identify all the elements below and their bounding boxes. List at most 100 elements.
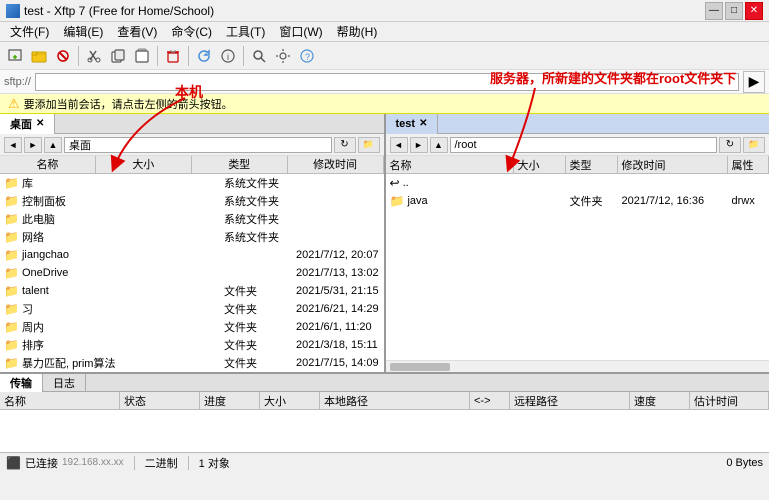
right-file-list: ↩ .. 📁 java 文件夹 2021/7/12, 16:36 drwx (386, 174, 769, 360)
menu-edit[interactable]: 编辑(E) (57, 22, 109, 41)
left-file-row[interactable]: 📁 OneDrive 2021/7/13, 13:02 (0, 264, 384, 282)
right-file-name: java (407, 195, 427, 207)
search-btn[interactable] (248, 45, 270, 67)
right-forward-btn[interactable]: ► (410, 137, 428, 153)
left-file-row[interactable]: 📁 暴力匹配, prim算法 文件夹 2021/7/15, 14:09 (0, 354, 384, 372)
copy-btn[interactable] (107, 45, 129, 67)
left-back-btn[interactable]: ◄ (4, 137, 22, 153)
status-div2 (188, 456, 189, 470)
left-file-type: 系统文件夹 (220, 175, 292, 191)
left-tab-bar: 桌面 ✕ (0, 114, 384, 134)
right-col-attr[interactable]: 属性 (728, 156, 769, 173)
new-session-btn[interactable] (4, 45, 26, 67)
log-col-progress[interactable]: 进度 (200, 392, 260, 409)
right-file-icon: 📁 (390, 194, 405, 208)
left-col-name[interactable]: 名称 (0, 156, 96, 173)
address-input[interactable] (35, 73, 739, 91)
settings-btn[interactable] (272, 45, 294, 67)
delete-btn[interactable] (162, 45, 184, 67)
left-file-modified: 2021/6/1, 11:20 (292, 321, 384, 333)
left-file-type: 文件夹 (220, 355, 292, 371)
left-up-btn[interactable]: ▲ (44, 137, 62, 153)
paste-btn[interactable] (131, 45, 153, 67)
right-panel: test ✕ ◄ ► ▲ /root ↻ 📁 名称 大小 类型 修改时间 属性 (386, 114, 769, 372)
minimize-button[interactable]: — (705, 2, 723, 20)
address-label: sftp:// (4, 76, 31, 88)
title-bar: test - Xftp 7 (Free for Home/School) — □… (0, 0, 769, 22)
left-file-row[interactable]: 📁 talent 文件夹 2021/5/31, 21:15 (0, 282, 384, 300)
left-file-row[interactable]: 📁 控制面板 系统文件夹 (0, 192, 384, 210)
toolbar: i ? (0, 42, 769, 70)
right-col-name[interactable]: 名称 (386, 156, 514, 173)
right-scrollbar-x[interactable] (386, 360, 769, 372)
right-tab-close[interactable]: ✕ (419, 118, 427, 129)
right-tab-test[interactable]: test ✕ (386, 114, 439, 134)
left-file-row[interactable]: 📁 习 文件夹 2021/6/21, 14:29 (0, 300, 384, 318)
log-col-remote[interactable]: 远程路径 (510, 392, 630, 409)
menu-window[interactable]: 窗口(W) (273, 22, 328, 41)
notif-icon: ⚠ (8, 96, 20, 112)
right-file-row[interactable]: ↩ .. (386, 174, 769, 192)
menu-command[interactable]: 命令(C) (165, 22, 218, 41)
left-col-type[interactable]: 类型 (192, 156, 288, 173)
status-div1 (134, 456, 135, 470)
right-scrollbar-thumb[interactable] (390, 363, 450, 371)
left-tab-close[interactable]: ✕ (36, 118, 44, 129)
right-up-btn[interactable]: ▲ (430, 137, 448, 153)
left-col-size[interactable]: 大小 (96, 156, 192, 173)
left-new-folder-btn[interactable]: 📁 (358, 137, 380, 153)
properties-btn[interactable]: i (217, 45, 239, 67)
right-refresh-btn[interactable]: ↻ (719, 137, 741, 153)
menu-tools[interactable]: 工具(T) (220, 22, 271, 41)
log-tab-log[interactable]: 日志 (43, 374, 86, 392)
status-size: 0 Bytes (726, 457, 763, 469)
open-btn[interactable] (28, 45, 50, 67)
left-file-name: OneDrive (22, 267, 68, 279)
title-bar-left: test - Xftp 7 (Free for Home/School) (6, 4, 214, 18)
log-col-local[interactable]: 本地路径 (320, 392, 470, 409)
left-file-row[interactable]: 📁 周内 文件夹 2021/6/1, 11:20 (0, 318, 384, 336)
left-file-name-cell: 📁 网络 (0, 229, 158, 245)
left-file-row[interactable]: 📁 网络 系统文件夹 (0, 228, 384, 246)
log-col-size[interactable]: 大小 (260, 392, 320, 409)
notif-text: 要添加当前会话，请点击左侧的箭头按钮。 (24, 96, 233, 112)
left-file-type: 文件夹 (220, 337, 292, 353)
status-encoding-text: 二进制 (145, 455, 178, 471)
left-file-row[interactable]: 📁 库 系统文件夹 (0, 174, 384, 192)
right-back-btn[interactable]: ◄ (390, 137, 408, 153)
menu-view[interactable]: 查看(V) (111, 22, 163, 41)
left-forward-btn[interactable]: ► (24, 137, 42, 153)
log-col-arrow[interactable]: <-> (470, 392, 510, 409)
right-col-type[interactable]: 类型 (566, 156, 618, 173)
right-file-type: 文件夹 (566, 193, 618, 209)
right-col-size[interactable]: 大小 (514, 156, 566, 173)
file-icon: 📁 (4, 194, 19, 208)
log-col-speed[interactable]: 速度 (630, 392, 690, 409)
left-file-modified: 2021/5/31, 21:15 (292, 285, 384, 297)
log-col-eta[interactable]: 估计时间 (690, 392, 769, 409)
left-file-row[interactable]: 📁 此电脑 系统文件夹 (0, 210, 384, 228)
disconnect-btn[interactable] (52, 45, 74, 67)
toolbar-sep2 (157, 46, 158, 66)
help-btn[interactable]: ? (296, 45, 318, 67)
log-tab-transfer[interactable]: 传输 (0, 374, 43, 392)
right-col-modified[interactable]: 修改时间 (618, 156, 728, 173)
log-col-status[interactable]: 状态 (120, 392, 200, 409)
menu-help[interactable]: 帮助(H) (331, 22, 384, 41)
right-file-row[interactable]: 📁 java 文件夹 2021/7/12, 16:36 drwx (386, 192, 769, 210)
left-refresh-btn[interactable]: ↻ (334, 137, 356, 153)
left-tab-desktop[interactable]: 桌面 ✕ (0, 114, 55, 134)
left-col-modified[interactable]: 修改时间 (288, 156, 384, 173)
left-file-row[interactable]: 📁 排序 文件夹 2021/3/18, 15:11 (0, 336, 384, 354)
status-count-text: 1 对象 (199, 455, 230, 471)
refresh-btn[interactable] (193, 45, 215, 67)
close-button[interactable]: ✕ (745, 2, 763, 20)
right-new-folder-btn[interactable]: 📁 (743, 137, 765, 153)
menu-file[interactable]: 文件(F) (4, 22, 55, 41)
left-file-type: 系统文件夹 (220, 211, 292, 227)
address-go-btn[interactable]: ▶ (743, 71, 765, 93)
cut-btn[interactable] (83, 45, 105, 67)
log-col-name[interactable]: 名称 (0, 392, 120, 409)
left-file-row[interactable]: 📁 jiangchao 2021/7/12, 20:07 (0, 246, 384, 264)
maximize-button[interactable]: □ (725, 2, 743, 20)
